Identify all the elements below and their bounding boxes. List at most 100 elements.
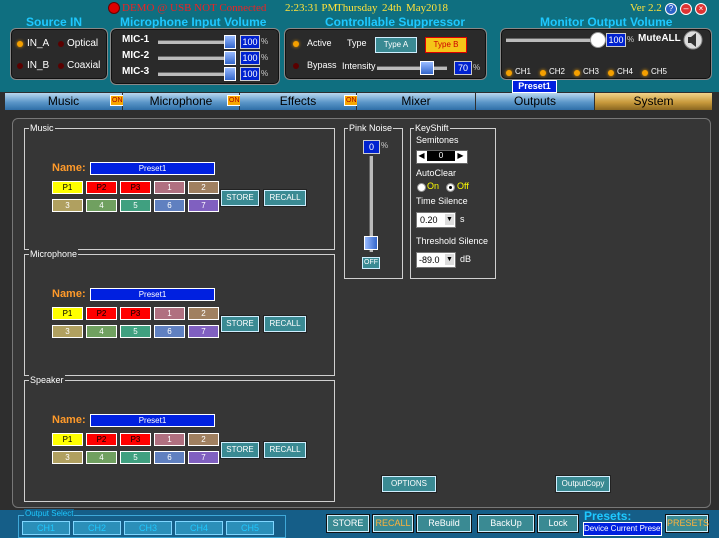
preset-button[interactable]: P3 (120, 433, 151, 446)
preset-button[interactable]: P1 (52, 307, 83, 320)
recall-button[interactable]: RECALL (264, 190, 306, 206)
tab-label: Effects (279, 94, 317, 108)
monitor-channel-label[interactable]: CH1 (515, 67, 531, 76)
tab-music[interactable]: Music (5, 93, 122, 110)
backup-button[interactable]: BackUp (478, 515, 534, 532)
pink-noise-off-button[interactable]: OFF (362, 257, 380, 269)
preset-button[interactable]: P1 (52, 433, 83, 446)
mute-all-label: MuteALL (638, 33, 681, 44)
preset-button[interactable]: 4 (86, 199, 117, 212)
preset-name-field[interactable]: Preset1 (90, 414, 215, 427)
monitor-channel-label[interactable]: CH3 (583, 67, 599, 76)
mic-volume-title: Microphone Input Volume (120, 15, 267, 29)
optical-option[interactable]: Optical (67, 38, 98, 49)
output-select-channel[interactable]: CH1 (22, 521, 70, 535)
autoclear-off-label: Off (457, 181, 469, 191)
preset-button[interactable]: 4 (86, 325, 117, 338)
suppressor-bypass-option[interactable]: Bypass (307, 60, 337, 70)
monitor-channel-label[interactable]: CH5 (651, 67, 667, 76)
presets-button[interactable]: PRESETS (666, 515, 709, 532)
time-silence-select[interactable]: 0.20 ▼ (416, 212, 456, 228)
output-select-channel[interactable]: CH2 (73, 521, 121, 535)
store-button[interactable]: STORE (221, 316, 259, 332)
close-icon[interactable]: × (695, 3, 707, 15)
tab-outputs[interactable]: Outputs (476, 93, 594, 110)
tab-effects[interactable]: Effects (240, 93, 356, 110)
preset-name-field[interactable]: Preset1 (90, 288, 215, 301)
preset-button[interactable]: 3 (52, 451, 83, 464)
preset-button[interactable]: 7 (188, 199, 219, 212)
type-a-button[interactable]: Type A (375, 37, 417, 53)
preset-button[interactable]: 3 (52, 325, 83, 338)
preset-button[interactable]: P3 (120, 307, 151, 320)
tab-mixer[interactable]: Mixer (357, 93, 475, 110)
semitones-up-icon[interactable]: ▶ (456, 151, 465, 161)
preset-button[interactable]: 7 (188, 451, 219, 464)
preset-button[interactable]: 7 (188, 325, 219, 338)
in-b-option[interactable]: IN_B (27, 60, 49, 71)
preset-button[interactable]: 3 (52, 199, 83, 212)
mic-slider-thumb[interactable] (224, 67, 236, 81)
preset-button[interactable]: 6 (154, 451, 185, 464)
time-silence-label: Time Silence (416, 196, 468, 206)
monitor-channel-label[interactable]: CH2 (549, 67, 565, 76)
preset-button[interactable]: 1 (154, 307, 185, 320)
suppressor-active-option[interactable]: Active (307, 38, 332, 48)
bottom-recall-button[interactable]: RECALL (373, 515, 413, 532)
preset-button[interactable]: 6 (154, 325, 185, 338)
mic-value: 100 (240, 51, 260, 65)
preset-button[interactable]: 1 (154, 433, 185, 446)
preset-button[interactable]: 4 (86, 451, 117, 464)
preset-button[interactable]: 5 (120, 325, 151, 338)
preset-button[interactable]: 5 (120, 451, 151, 464)
autoclear-on-radio[interactable] (417, 183, 426, 192)
minimize-icon[interactable]: – (680, 3, 692, 15)
preset-button[interactable]: P1 (52, 181, 83, 194)
recall-button[interactable]: RECALL (264, 442, 306, 458)
output-select-channel[interactable]: CH4 (175, 521, 223, 535)
monitor-slider-track[interactable] (506, 38, 601, 42)
options-button[interactable]: OPTIONS (382, 476, 436, 492)
autoclear-off-radio[interactable] (446, 183, 455, 192)
preset-button[interactable]: P3 (120, 181, 151, 194)
preset-button[interactable]: 2 (188, 307, 219, 320)
speaker-icon[interactable] (683, 30, 703, 50)
preset-button[interactable]: 5 (120, 199, 151, 212)
mic-slider-thumb[interactable] (224, 51, 236, 65)
output-select-channel[interactable]: CH3 (124, 521, 172, 535)
pink-noise-unit: % (381, 141, 389, 150)
store-button[interactable]: STORE (221, 190, 259, 206)
tab-microphone[interactable]: Microphone (123, 93, 239, 110)
recall-button[interactable]: RECALL (264, 316, 306, 332)
clock-day: Thursday (336, 2, 378, 14)
preset-button[interactable]: 6 (154, 199, 185, 212)
intensity-slider-track[interactable] (377, 66, 447, 70)
tab-system[interactable]: System (595, 93, 712, 110)
threshold-silence-select[interactable]: -89.0 ▼ (416, 252, 456, 268)
output-copy-button[interactable]: OutputCopy (556, 476, 610, 492)
lock-button[interactable]: Lock (538, 515, 578, 532)
preset-name-field[interactable]: Preset1 (90, 162, 215, 175)
intensity-slider-thumb[interactable] (420, 61, 435, 75)
tab-label: Microphone (149, 94, 213, 108)
bottom-store-button[interactable]: STORE (327, 515, 369, 532)
output-select-channel[interactable]: CH5 (226, 521, 274, 535)
semitones-down-icon[interactable]: ◀ (417, 151, 426, 161)
rebuild-button[interactable]: ReBuild (417, 515, 471, 532)
help-icon[interactable]: ? (665, 3, 677, 15)
coaxial-option[interactable]: Coaxial (67, 60, 100, 71)
pink-noise-slider-thumb[interactable] (364, 236, 378, 250)
preset-button[interactable]: 1 (154, 181, 185, 194)
monitor-slider-thumb[interactable] (590, 32, 606, 48)
monitor-channel-label[interactable]: CH4 (617, 67, 633, 76)
store-button[interactable]: STORE (221, 442, 259, 458)
type-b-button[interactable]: Type B (425, 37, 467, 53)
in-a-option[interactable]: IN_A (27, 38, 49, 49)
mic-slider-thumb[interactable] (224, 35, 236, 49)
preset-button[interactable]: P2 (86, 307, 117, 320)
coaxial-led (58, 63, 64, 69)
preset-button[interactable]: P2 (86, 433, 117, 446)
preset-button[interactable]: P2 (86, 181, 117, 194)
preset-button[interactable]: 2 (188, 433, 219, 446)
preset-button[interactable]: 2 (188, 181, 219, 194)
